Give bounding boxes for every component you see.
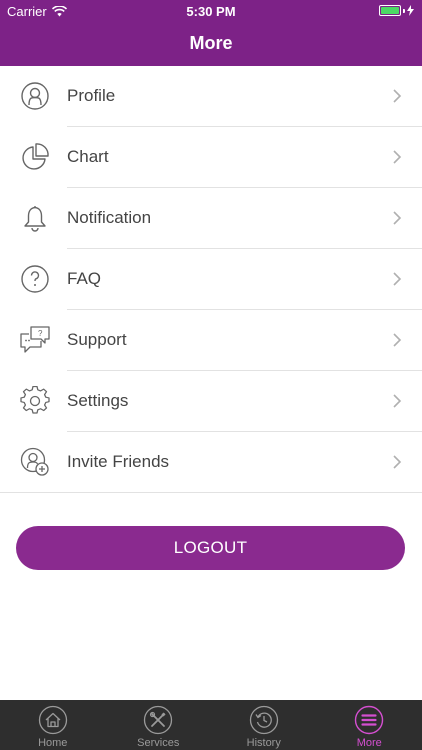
menu-item-chart[interactable]: Chart xyxy=(0,127,422,188)
tab-history[interactable]: History xyxy=(211,700,317,750)
menu-item-label: FAQ xyxy=(67,269,102,288)
chevron-right-icon xyxy=(393,333,402,347)
tab-services[interactable]: Services xyxy=(106,700,212,750)
tab-label: History xyxy=(246,737,281,749)
svg-text:?: ? xyxy=(38,329,43,338)
menu-item-support[interactable]: ? Support xyxy=(0,310,422,371)
menu-icon xyxy=(355,705,384,735)
menu-item-faq[interactable]: FAQ xyxy=(0,249,422,310)
question-icon xyxy=(21,265,49,293)
profile-icon xyxy=(21,82,49,110)
menu-list: Profile Chart Notification FAQ ? Support… xyxy=(0,66,422,493)
chevron-right-icon xyxy=(393,89,402,103)
tab-more[interactable]: More xyxy=(317,700,422,750)
tab-label: Services xyxy=(137,737,180,749)
tools-icon xyxy=(144,705,173,735)
pie-chart-icon xyxy=(22,143,49,170)
divider xyxy=(0,492,422,493)
history-icon xyxy=(249,705,278,735)
charging-bolt-icon xyxy=(407,5,414,16)
logout-button[interactable]: LOGOUT xyxy=(16,526,405,570)
tab-bar: Home Services History More xyxy=(0,700,422,750)
header: Carrier 5:30 PM More xyxy=(0,0,422,66)
battery-icon xyxy=(379,5,401,16)
more-screen: Carrier 5:30 PM More Profile Chart Notif… xyxy=(0,0,422,750)
menu-item-label: Invite Friends xyxy=(67,452,170,471)
gear-icon xyxy=(20,386,50,414)
tab-home[interactable]: Home xyxy=(0,700,106,750)
menu-item-label: Chart xyxy=(67,147,109,166)
chevron-right-icon xyxy=(393,394,402,408)
chevron-right-icon xyxy=(393,455,402,469)
menu-item-label: Support xyxy=(67,330,127,349)
tab-label: Home xyxy=(38,737,68,749)
menu-item-label: Profile xyxy=(67,86,116,105)
add-friend-icon xyxy=(20,447,49,476)
chevron-right-icon xyxy=(393,150,402,164)
status-time: 5:30 PM xyxy=(186,4,236,19)
menu-item-invite-friends[interactable]: Invite Friends xyxy=(0,432,422,493)
chevron-right-icon xyxy=(393,211,402,225)
menu-item-profile[interactable]: Profile xyxy=(0,66,422,127)
home-icon xyxy=(38,705,67,735)
page-title: More xyxy=(189,33,233,53)
chat-bubbles-icon: ? xyxy=(20,326,50,353)
tab-label: More xyxy=(356,737,382,749)
battery-indicator xyxy=(379,5,414,16)
menu-item-label: Settings xyxy=(67,391,129,410)
menu-item-label: Notification xyxy=(67,208,152,227)
bell-icon xyxy=(24,206,46,232)
status-bar: Carrier 5:30 PM xyxy=(0,0,422,22)
chevron-right-icon xyxy=(393,272,402,286)
menu-item-settings[interactable]: Settings xyxy=(0,371,422,432)
menu-item-notification[interactable]: Notification xyxy=(0,188,422,249)
